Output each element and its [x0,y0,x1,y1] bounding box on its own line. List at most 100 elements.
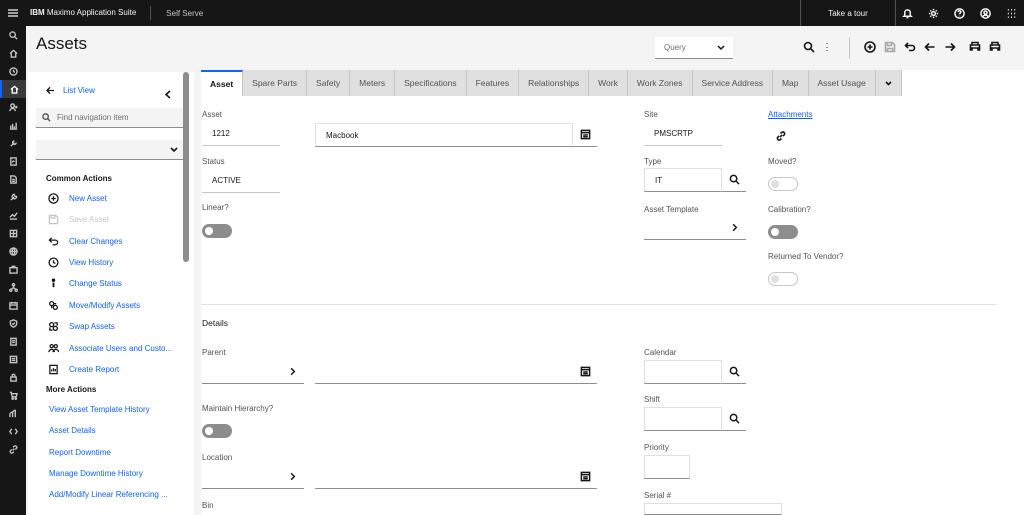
user-add-icon[interactable] [0,98,26,116]
network-icon[interactable] [0,278,26,296]
create-report-action[interactable]: Create Report [46,361,119,377]
linear-toggle[interactable] [202,224,232,238]
more-tabs-button[interactable] [875,70,902,96]
search-icon[interactable] [802,40,816,54]
shift-search-button[interactable] [722,407,746,431]
calendar-input[interactable] [644,360,722,384]
tab-relationships[interactable]: Relationships [519,70,590,96]
home-icon[interactable] [0,44,26,62]
query-select[interactable]: Query [655,37,733,59]
cart-icon[interactable] [0,386,26,404]
tab-specifications[interactable]: Specifications [395,70,467,96]
long-description-button[interactable] [573,123,597,147]
shift-input[interactable] [644,407,722,431]
briefcase-icon[interactable] [0,260,26,278]
location-input[interactable] [202,465,280,489]
chart-icon[interactable] [0,116,26,134]
location-long-description-button[interactable] [573,465,597,489]
undo-icon[interactable] [903,40,917,54]
bell-icon[interactable] [894,0,920,26]
maintain-hierarchy-toggle[interactable] [202,424,232,438]
home-active-icon[interactable] [0,80,26,98]
settings-icon[interactable] [920,0,946,26]
help-icon[interactable] [946,0,972,26]
save-asset-action[interactable]: Save Asset [46,211,109,227]
nav-search-input[interactable]: Find navigation item [36,108,184,128]
moved-toggle[interactable] [768,177,798,191]
search-icon[interactable] [0,26,26,44]
arrow-left-icon[interactable] [923,40,937,54]
print-icon[interactable] [968,40,982,54]
attachments-link[interactable]: Attachments [768,110,812,119]
tab-map[interactable]: Map [772,70,809,96]
link-icon[interactable] [0,440,26,458]
manage-downtime-history-link[interactable]: Manage Downtime History [49,469,143,478]
hamburger-icon[interactable] [0,0,26,26]
asset-details-link[interactable]: Asset Details [49,426,96,435]
take-a-tour-button[interactable]: Take a tour [800,0,896,26]
app-switcher-icon[interactable] [998,0,1024,26]
list-icon[interactable] [0,350,26,368]
serial-input[interactable] [644,503,782,515]
asset-template-chevron-button[interactable] [722,216,746,240]
type-search-button[interactable] [722,168,746,192]
tab-features[interactable]: Features [466,70,520,96]
calendar-search-button[interactable] [722,360,746,384]
document-icon[interactable] [0,170,26,188]
report-downtime-link[interactable]: Report Downtime [49,448,111,457]
wrench-icon[interactable] [0,188,26,206]
tab-meters[interactable]: Meters [350,70,396,96]
print-options-icon[interactable] [988,40,1002,54]
brand-name[interactable]: IBM Maximo Application Suite [26,6,152,20]
priority-input[interactable] [644,455,690,479]
view-asset-template-history-link[interactable]: View Asset Template History [49,405,150,414]
tab-work-zones[interactable]: Work Zones [627,70,693,96]
parent-long-description-button[interactable] [573,360,597,384]
calibration-toggle[interactable] [768,225,798,239]
calendar-icon[interactable] [0,296,26,314]
overflow-menu-icon[interactable] [820,40,834,54]
arrow-right-icon[interactable] [943,40,957,54]
parent-description-input[interactable] [315,360,573,384]
move-modify-assets-action[interactable]: Move/Modify Assets [46,297,140,313]
asset-template-input[interactable] [644,216,722,240]
shield-icon[interactable] [0,314,26,332]
tools-icon[interactable] [0,134,26,152]
type-input[interactable]: IT [644,168,722,192]
nav-dropdown[interactable] [36,140,184,160]
tab-asset[interactable]: Asset [201,70,244,96]
history-icon[interactable] [0,62,26,80]
globe-icon[interactable] [0,242,26,260]
tab-asset-usage[interactable]: Asset Usage [808,70,876,96]
returned-to-vendor-toggle[interactable] [768,272,798,286]
change-status-action[interactable]: Change Status [46,275,122,291]
lock-icon[interactable] [0,368,26,386]
growth-icon[interactable] [0,404,26,422]
asset-description-input[interactable]: Macbook [315,123,573,147]
inventory-icon[interactable] [0,224,26,242]
analytics-icon[interactable] [0,206,26,224]
code-icon[interactable] [0,422,26,440]
report-icon[interactable] [0,152,26,170]
clipboard-icon[interactable] [0,332,26,350]
collapse-panel-icon[interactable] [164,86,174,99]
tab-work[interactable]: Work [589,70,628,96]
linear-referencing-link[interactable]: Add/Modify Linear Referencing ... [49,490,168,499]
attachment-icon[interactable] [775,129,789,143]
clear-changes-action[interactable]: Clear Changes [46,233,122,249]
parent-chevron-button[interactable] [280,360,304,384]
nav-scrollbar[interactable] [183,72,189,262]
location-chevron-button[interactable] [280,465,304,489]
location-description-input[interactable] [315,465,573,489]
swap-assets-action[interactable]: Swap Assets [46,318,115,334]
new-asset-action[interactable]: New Asset [46,190,107,206]
list-view-link[interactable]: List View [46,86,95,95]
save-icon[interactable] [883,40,897,54]
parent-input[interactable] [202,360,280,384]
tab-spare-parts[interactable]: Spare Parts [243,70,308,96]
user-icon[interactable] [972,0,998,26]
associate-users-action[interactable]: Associate Users and Custo... [46,340,172,356]
tab-safety[interactable]: Safety [307,70,351,96]
add-icon[interactable] [863,40,877,54]
view-history-action[interactable]: View History [46,254,113,270]
